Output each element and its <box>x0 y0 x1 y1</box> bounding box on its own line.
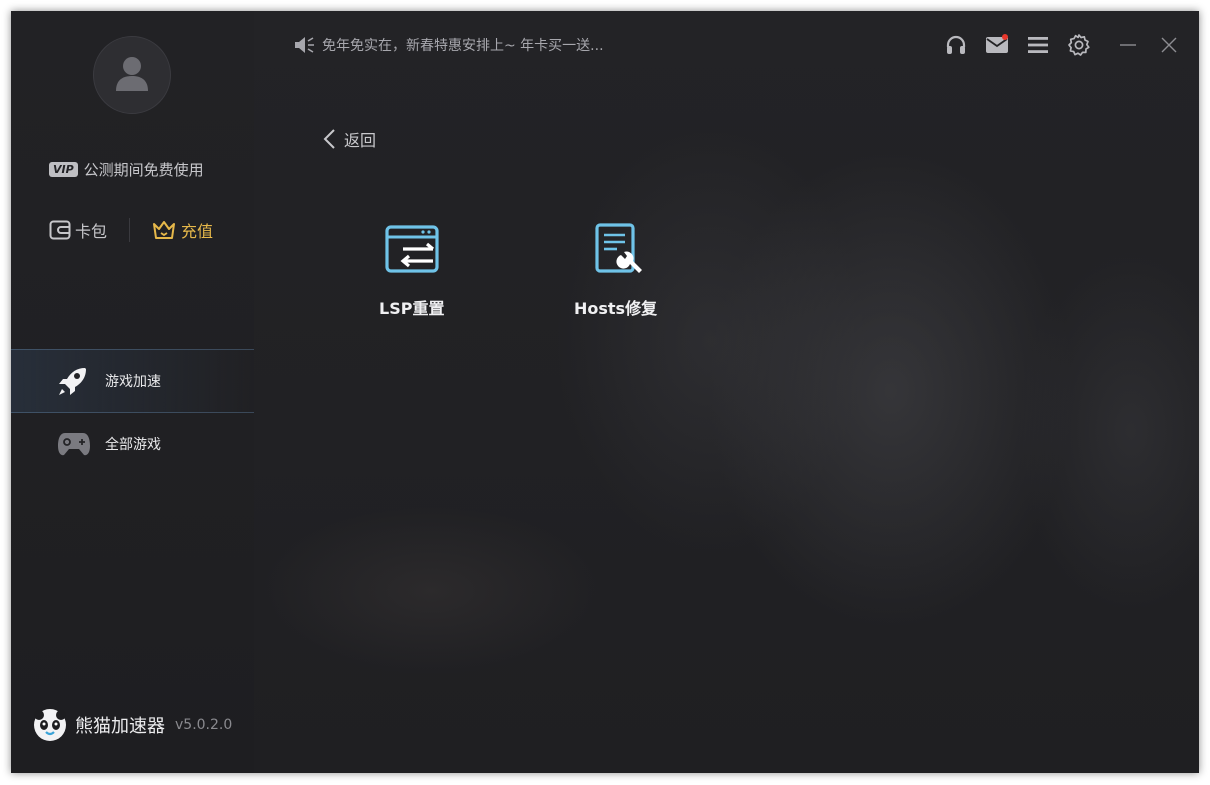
rocket-icon <box>57 365 105 397</box>
divider <box>129 218 131 242</box>
gamepad-icon <box>57 431 105 457</box>
gear-icon <box>1068 34 1090 56</box>
wallet-row: 卡包 充值 <box>49 218 213 242</box>
lsp-reset-tool[interactable]: LSP重置 <box>379 221 444 319</box>
announcement-text: 免年免实在，新春特惠安排上~ 年卡买一送... <box>322 38 604 54</box>
mail-button[interactable] <box>985 33 1009 57</box>
headset-button[interactable] <box>944 33 968 57</box>
back-button[interactable]: 返回 <box>322 127 376 151</box>
wallet-label: 卡包 <box>75 222 108 241</box>
recharge-button[interactable]: 充值 <box>152 218 213 242</box>
menu-button[interactable] <box>1026 33 1050 57</box>
nav-label-all-games: 全部游戏 <box>105 437 161 453</box>
speaker-icon <box>295 37 314 53</box>
panda-logo-icon <box>34 709 66 741</box>
close-icon <box>1161 37 1177 53</box>
hosts-repair-label: Hosts修复 <box>574 299 658 318</box>
headset-icon <box>946 35 966 54</box>
back-label: 返回 <box>344 131 377 150</box>
close-button[interactable] <box>1157 33 1181 57</box>
announcement-bar[interactable]: 免年免实在，新春特惠安排上~ 年卡买一送... <box>294 35 604 55</box>
nav-item-game-boost[interactable]: 游戏加速 <box>11 349 254 413</box>
avatar[interactable] <box>93 36 171 114</box>
version-text: v5.0.2.0 <box>175 717 233 733</box>
crown-icon <box>153 221 176 239</box>
brand: 熊猫加速器 v5.0.2.0 <box>33 708 232 742</box>
lsp-reset-icon <box>385 225 439 273</box>
hosts-repair-icon <box>594 223 642 273</box>
app-window: VIP 公测期间免费使用 卡包 充值 游戏加速 全部游戏 熊猫加速器 v5.0.… <box>11 11 1199 773</box>
sidebar: VIP 公测期间免费使用 卡包 充值 游戏加速 全部游戏 熊猫加速器 v5.0.… <box>11 11 254 773</box>
wallet-button[interactable]: 卡包 <box>49 218 107 242</box>
brand-name: 熊猫加速器 <box>75 716 165 737</box>
notification-dot <box>1002 34 1008 40</box>
settings-button[interactable] <box>1067 33 1091 57</box>
nav-item-all-games[interactable]: 全部游戏 <box>11 413 254 475</box>
window-toolbar <box>944 33 1181 57</box>
vip-text: 公测期间免费使用 <box>83 161 204 179</box>
nav-label-game-boost: 游戏加速 <box>105 374 161 390</box>
menu-icon <box>1028 37 1048 53</box>
hosts-repair-tool[interactable]: Hosts修复 <box>574 221 657 319</box>
vip-badge: VIP <box>49 162 78 177</box>
lsp-reset-label: LSP重置 <box>379 299 445 318</box>
chevron-left-icon <box>323 129 335 149</box>
wallet-icon <box>49 220 71 240</box>
vip-status: VIP 公测期间免费使用 <box>49 159 204 180</box>
user-icon <box>116 57 148 91</box>
minimize-icon <box>1120 44 1136 46</box>
minimize-button[interactable] <box>1116 33 1140 57</box>
recharge-label: 充值 <box>181 222 214 241</box>
